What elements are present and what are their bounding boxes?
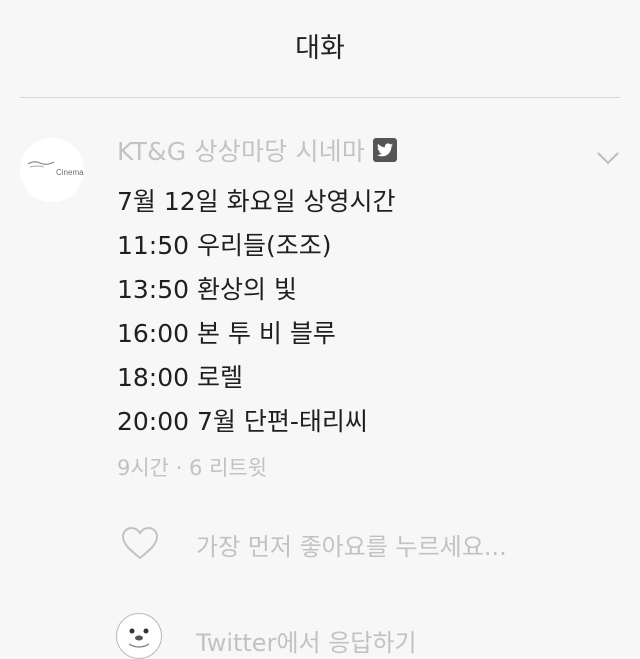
tweet-line: 18:00 로렐 [117,363,243,392]
tweet-line: 7월 12일 화요일 상영시간 [117,187,396,216]
author-name[interactable]: KT&G 상상마당 시네마 [117,132,365,168]
heart-icon[interactable] [120,524,160,564]
header-divider [20,97,620,98]
avatar-logo-text: Cinema [56,168,84,177]
cinema-logo-icon: Cinema [20,138,84,202]
tweet-line: 20:00 7월 단편-태리씨 [117,407,368,436]
conversation-header: 대화 [0,0,640,98]
like-prompt[interactable]: 가장 먼저 좋아요를 누르세요... [196,527,507,562]
tweet-text: 7월 12일 화요일 상영시간 11:50 우리들(조조) 13:50 환상의 … [117,180,396,444]
user-avatar [116,613,162,659]
reply-row: Twitter에서 응답하기 [116,606,417,659]
tweet-meta: 9시간 · 6 리트윗 [117,456,268,480]
chevron-down-icon[interactable] [596,146,620,170]
like-row: 가장 먼저 좋아요를 누르세요... [120,524,507,564]
twitter-bird-icon [373,138,398,162]
tweet-line: 11:50 우리들(조조) [117,231,332,260]
reply-on-twitter-link[interactable]: Twitter에서 응답하기 [196,623,417,658]
seal-mascot-icon [128,628,150,648]
author-avatar[interactable]: Cinema [20,138,84,202]
page-title: 대화 [295,33,345,64]
tweet-line: 16:00 본 투 비 블루 [117,319,336,348]
tweet-line: 13:50 환상의 빛 [117,275,297,304]
author-row: KT&G 상상마당 시네마 [117,132,398,168]
